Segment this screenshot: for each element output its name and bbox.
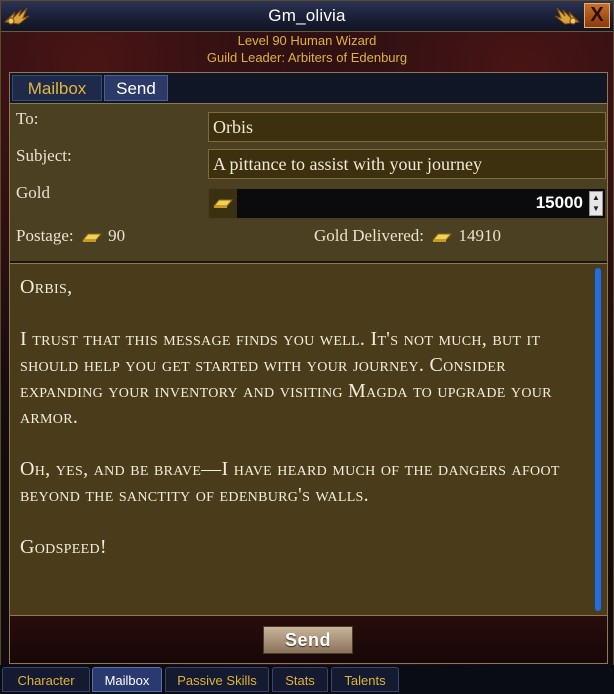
- postage-info: Postage: 90: [16, 226, 125, 246]
- send-bar: Send: [10, 616, 607, 663]
- bottom-tab-passive-skills[interactable]: Passive Skills: [165, 667, 269, 692]
- tab-send[interactable]: Send: [104, 75, 168, 101]
- mail-window: Gm_olivia X Level 90 Human Wizard Guild …: [0, 0, 614, 666]
- message-body-text[interactable]: Orbis, I trust that this message finds y…: [20, 274, 584, 560]
- postage-label: Postage:: [16, 226, 74, 245]
- window-title: Gm_olivia: [268, 6, 346, 25]
- bottom-tab-mailbox[interactable]: Mailbox: [92, 667, 162, 692]
- spinner-up-icon[interactable]: ▲: [590, 192, 602, 203]
- to-field[interactable]: Orbis: [208, 112, 606, 142]
- wing-emblem-icon: [554, 7, 581, 25]
- message-scrollbar[interactable]: [595, 268, 601, 611]
- close-button[interactable]: X: [584, 3, 610, 28]
- guild-title: Guild Leader: Arbiters of Edenburg: [206, 50, 408, 65]
- bottom-tab-character[interactable]: Character: [2, 667, 90, 692]
- mail-tabs: Mailbox Send: [10, 73, 607, 104]
- bottom-tab-stats[interactable]: Stats: [272, 667, 328, 692]
- gold-stepper[interactable]: ▲ ▼: [589, 191, 603, 216]
- tab-mailbox[interactable]: Mailbox: [12, 75, 102, 101]
- gold-delivered-value: 14910: [458, 226, 502, 245]
- bottom-tab-talents[interactable]: Talents: [331, 667, 399, 692]
- mail-panel: Mailbox Send To: Orbis Subject: A pittan…: [9, 72, 608, 664]
- compose-form: To: Orbis Subject: A pittance to assist …: [10, 104, 607, 261]
- spinner-down-icon[interactable]: ▼: [590, 203, 602, 214]
- bottom-tab-bar: Character Mailbox Passive Skills Stats T…: [0, 665, 614, 694]
- gold-amount-value: 15000: [535, 193, 583, 212]
- close-icon: X: [590, 4, 604, 26]
- gold-bar-icon: [81, 233, 102, 243]
- title-bar[interactable]: Gm_olivia X: [1, 1, 613, 32]
- send-button[interactable]: Send: [263, 626, 353, 654]
- gold-delivered-info: Gold Delivered: 14910: [314, 226, 501, 246]
- to-label: To:: [16, 109, 39, 128]
- character-level-class: Level 90 Human Wizard: [237, 33, 377, 48]
- subject-field[interactable]: A pittance to assist with your journey: [208, 149, 606, 179]
- gold-label: Gold: [16, 183, 50, 202]
- postage-value: 90: [108, 226, 126, 245]
- gold-bar-icon: [432, 233, 453, 243]
- subject-label: Subject:: [16, 146, 72, 165]
- message-body-area[interactable]: Orbis, I trust that this message finds y…: [10, 263, 607, 616]
- gold-bar-icon: [213, 199, 233, 208]
- gold-delivered-label: Gold Delivered:: [314, 226, 424, 245]
- gold-amount-input[interactable]: 15000 ▲ ▼: [208, 188, 606, 219]
